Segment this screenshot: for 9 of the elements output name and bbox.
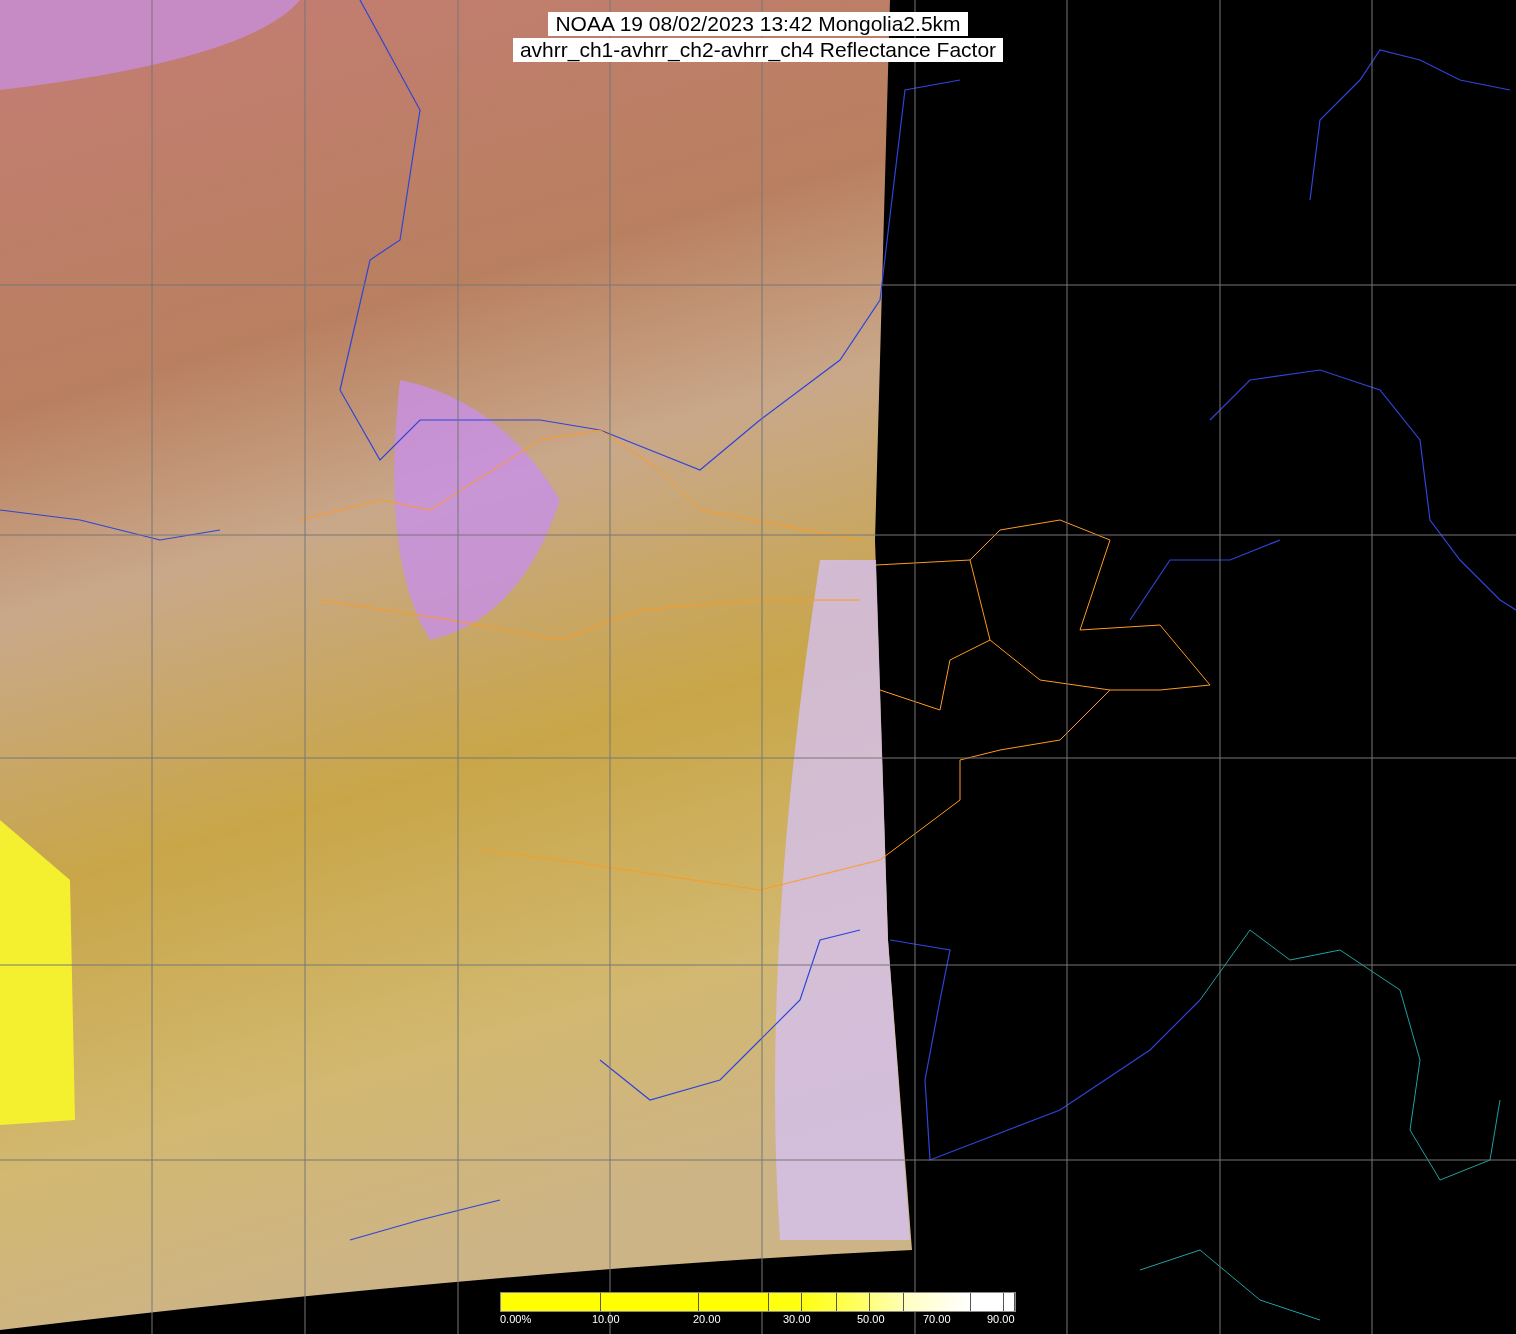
scale-label: 50.00 <box>857 1313 885 1325</box>
scale-label: 90.00 <box>987 1313 1015 1325</box>
scale-label: 20.00 <box>693 1313 721 1325</box>
image-title: avhrr_ch1-avhrr_ch2-avhrr_ch4 Reflectance Factor <box>512 38 1004 62</box>
image-title: NOAA 19 08/02/2023 13:42 Mongolia2.5km <box>548 12 968 36</box>
scale-label: 30.00 <box>783 1313 811 1325</box>
scale-label: 70.00 <box>923 1313 951 1325</box>
scale-label: 0.00% <box>500 1313 532 1325</box>
scale-label: 10.00 <box>592 1313 620 1325</box>
